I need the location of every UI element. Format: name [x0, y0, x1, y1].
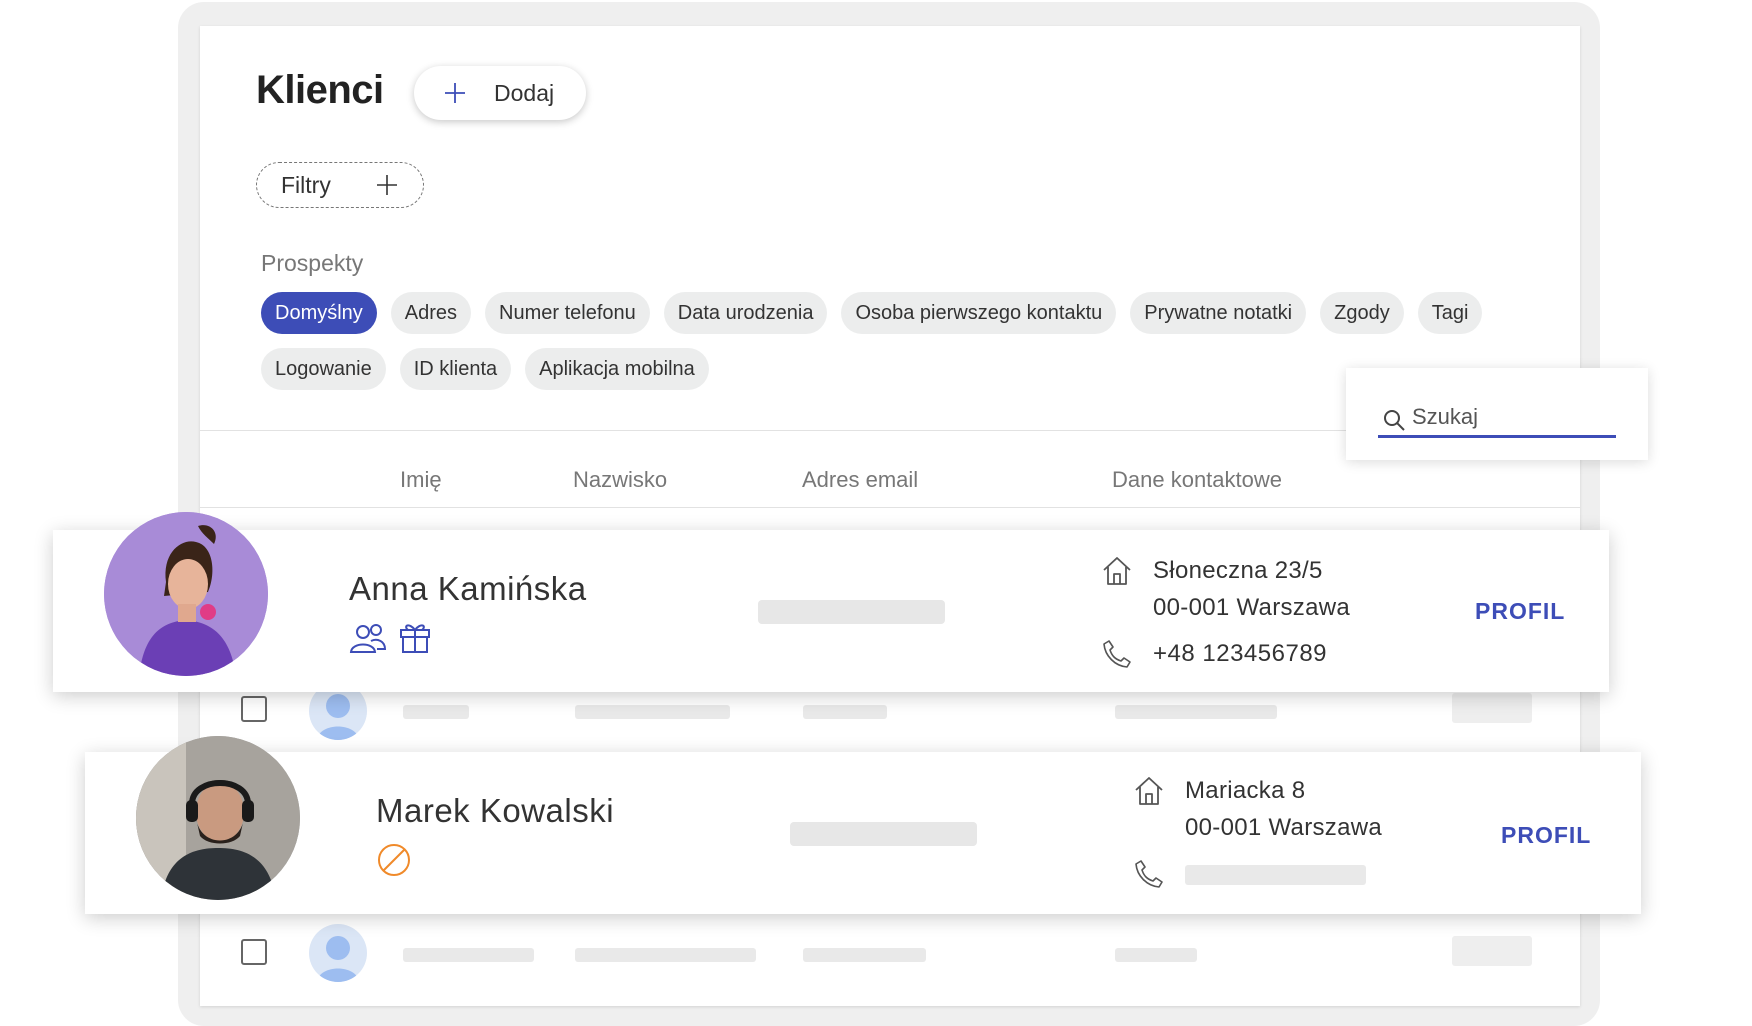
- chip-first-contact[interactable]: Osoba pierwszego kontaktu: [841, 292, 1117, 334]
- divider: [200, 507, 1580, 508]
- address-line-1: Mariacka 8: [1185, 777, 1306, 804]
- profile-link[interactable]: PROFIL: [1501, 822, 1591, 849]
- skeleton-button: [1452, 693, 1532, 723]
- skeleton-text: [403, 705, 469, 719]
- column-header-contact[interactable]: Dane kontaktowe: [1112, 467, 1282, 493]
- profile-link[interactable]: PROFIL: [1475, 598, 1565, 625]
- skeleton-button: [1452, 936, 1532, 966]
- column-header-email[interactable]: Adres email: [802, 467, 918, 493]
- skeleton-text: [803, 705, 887, 719]
- phone-icon: [1135, 860, 1163, 888]
- chip-row-1: Domyślny Adres Numer telefonu Data urodz…: [261, 292, 1561, 334]
- chip-address[interactable]: Adres: [390, 292, 472, 334]
- chip-client-id[interactable]: ID klienta: [399, 348, 512, 390]
- plus-icon: [376, 175, 397, 195]
- phone-icon: [1103, 640, 1131, 668]
- chip-private-notes[interactable]: Prywatne notatki: [1130, 292, 1307, 334]
- skeleton-text: [403, 948, 534, 962]
- column-header-last-name[interactable]: Nazwisko: [573, 467, 667, 493]
- skeleton-text: [1115, 948, 1197, 962]
- home-icon: [1103, 557, 1131, 585]
- phone-skeleton: [1185, 865, 1366, 885]
- client-card[interactable]: Anna Kamińska Słoneczna 23/5 00-001 Wars…: [53, 512, 1609, 692]
- gift-icon: [400, 624, 430, 653]
- row-checkbox[interactable]: [241, 696, 267, 722]
- search-icon: [1384, 410, 1405, 431]
- skeleton-text: [575, 705, 730, 719]
- filters-label: Filtry: [281, 171, 331, 198]
- chip-login[interactable]: Logowanie: [261, 348, 386, 390]
- address-line-2: 00-001 Warszawa: [1153, 594, 1351, 621]
- phone-number: +48 123456789: [1153, 640, 1328, 667]
- add-button-label: Dodaj: [494, 79, 555, 106]
- chip-mobile-app[interactable]: Aplikacja mobilna: [525, 348, 709, 390]
- search-underline: [1378, 435, 1616, 438]
- blocked-icon: [378, 844, 410, 876]
- skeleton-text: [575, 948, 756, 962]
- client-photo: [136, 736, 300, 900]
- client-photo: [104, 512, 268, 676]
- filters-button[interactable]: Filtry: [256, 162, 424, 208]
- avatar-placeholder: [309, 924, 367, 982]
- address-line-2: 00-001 Warszawa: [1185, 814, 1383, 841]
- chip-phone-number[interactable]: Numer telefonu: [485, 292, 650, 334]
- client-name: Marek Kowalski: [376, 792, 615, 829]
- skeleton-text: [1115, 705, 1277, 719]
- email-skeleton: [790, 822, 977, 846]
- chip-tags[interactable]: Tagi: [1417, 292, 1483, 334]
- chip-consents[interactable]: Zgody: [1320, 292, 1404, 334]
- skeleton-text: [803, 948, 926, 962]
- row-checkbox[interactable]: [241, 939, 267, 965]
- add-client-button[interactable]: Dodaj: [414, 66, 586, 120]
- group-icon: [349, 624, 387, 653]
- section-label: Prospekty: [261, 250, 364, 276]
- email-skeleton: [758, 600, 945, 624]
- user-icon: [317, 936, 359, 982]
- chip-default[interactable]: Domyślny: [261, 292, 377, 334]
- client-name: Anna Kamińska: [349, 570, 587, 607]
- address-line-1: Słoneczna 23/5: [1153, 557, 1323, 584]
- plus-icon: [445, 83, 465, 103]
- column-header-first-name[interactable]: Imię: [400, 467, 442, 493]
- search-box: [1346, 368, 1648, 460]
- chip-birth-date[interactable]: Data urodzenia: [663, 292, 828, 334]
- home-icon: [1135, 777, 1163, 805]
- page-title: Klienci: [256, 68, 384, 112]
- search-input[interactable]: [1412, 402, 1582, 432]
- avatar: [136, 736, 300, 900]
- client-card[interactable]: Marek Kowalski Mariacka 8 00-001 Warszaw…: [85, 736, 1641, 914]
- avatar: [104, 512, 268, 676]
